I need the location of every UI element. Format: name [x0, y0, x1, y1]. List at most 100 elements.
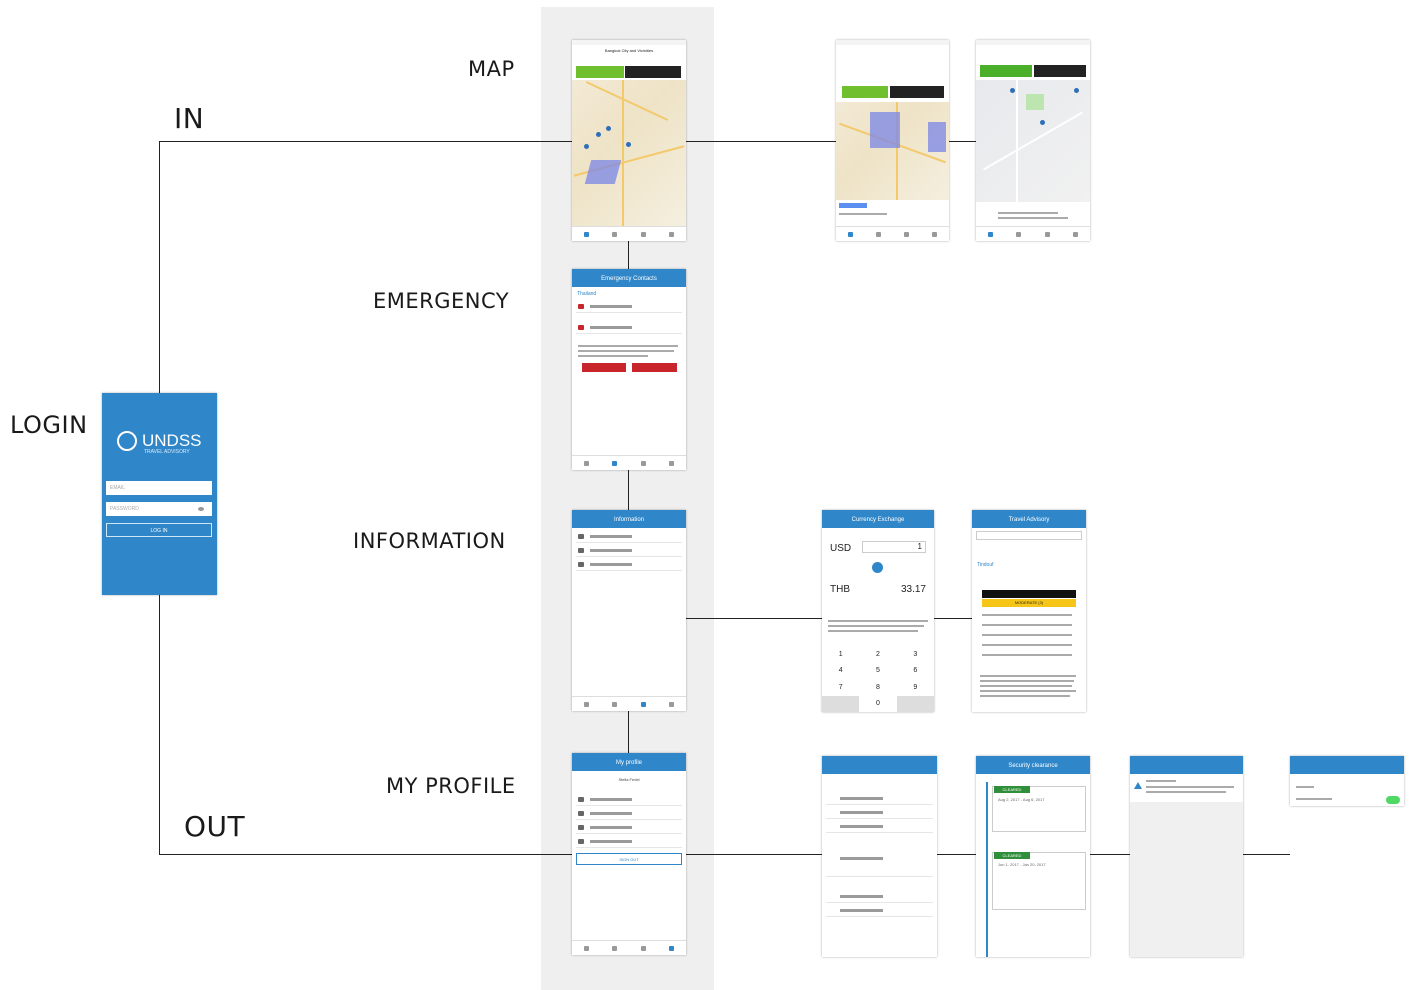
clearance-dates-1: Aug 2, 2017 - Aug 6, 2017: [998, 797, 1045, 802]
key-5[interactable]: 5: [859, 667, 896, 674]
call-button-1[interactable]: [582, 363, 626, 372]
travel-advisory-screen: Travel Advisory Tindouf MODERATE (3): [972, 510, 1086, 712]
profile-item-clearance[interactable]: [576, 809, 682, 820]
messages-header: [1130, 756, 1243, 774]
clearance-header: Security clearance: [976, 756, 1090, 774]
map-header-title: Bangkok City and Vicinities: [604, 48, 654, 53]
advisory-place: Tindouf: [977, 562, 994, 568]
detail-map-view-1[interactable]: [836, 102, 949, 200]
profile-to-details-line: [686, 854, 822, 855]
security-level-button[interactable]: [576, 66, 624, 78]
label-my-profile: MY PROFILE: [386, 774, 516, 798]
detail2-clearance-button[interactable]: [1034, 65, 1086, 77]
details-link-line-1: [937, 854, 976, 855]
map-emergency-connector: [628, 241, 629, 269]
label-out: OUT: [184, 810, 246, 843]
key-8[interactable]: 8: [859, 684, 896, 691]
out-line-vertical: [159, 595, 160, 854]
advisory-level-badge: MODERATE (3): [982, 599, 1076, 607]
security-messages-screen: [1130, 756, 1243, 957]
security-clearance-button[interactable]: [625, 66, 681, 78]
clearance-dates-2: Jun 1, 2017 - Jan 20, 2017: [998, 862, 1046, 867]
label-login: LOGIN: [10, 411, 88, 439]
personal-information-screen: [822, 756, 937, 957]
details-link-line-2: [1090, 854, 1130, 855]
key-1[interactable]: 1: [822, 651, 859, 658]
info-item-travel-advisories[interactable]: [576, 532, 682, 543]
show-password-eye-icon[interactable]: [198, 507, 204, 511]
emergency-screen: Emergency Contacts Thailand: [572, 269, 686, 470]
key-2[interactable]: 2: [859, 651, 896, 658]
detail-map-view-2[interactable]: [976, 80, 1090, 202]
detail-level-button[interactable]: [842, 86, 888, 98]
from-currency-value[interactable]: 1: [862, 541, 926, 553]
to-currency-value: 33.17: [900, 584, 926, 595]
key-9[interactable]: 9: [897, 684, 934, 691]
emergency-country: Thailand: [577, 291, 597, 297]
map-detail-screen-2: [976, 40, 1090, 241]
currency-to-advisory-line: [934, 618, 972, 619]
advisory-header: Travel Advisory: [972, 510, 1086, 528]
info-item-currency-exchange[interactable]: [576, 560, 682, 571]
map-detail-link-line: [949, 141, 976, 142]
key-0[interactable]: 0: [859, 700, 896, 707]
sign-out-button[interactable]: SIGN OUT: [576, 853, 682, 865]
profile-item-messages[interactable]: [576, 823, 682, 834]
advisory-search-field[interactable]: [976, 531, 1082, 540]
clearance-status-1: CLEARED: [994, 786, 1030, 793]
info-item-contact-directory[interactable]: [576, 546, 682, 557]
out-line-horizontal: [159, 854, 572, 855]
detail2-level-button[interactable]: [980, 65, 1032, 77]
security-clearance-screen: Security clearance CLEARED Aug 2, 2017 -…: [976, 756, 1090, 957]
swap-currency-icon[interactable]: [872, 562, 883, 573]
label-map: MAP: [468, 57, 515, 81]
security-zone: [584, 160, 622, 184]
label-information: INFORMATION: [353, 529, 506, 553]
key-6[interactable]: 6: [897, 667, 934, 674]
emergency-header: Emergency Contacts: [572, 269, 686, 287]
settings-screen: [1290, 756, 1404, 806]
key-3[interactable]: 3: [897, 651, 934, 658]
login-button[interactable]: LOG IN: [106, 523, 212, 537]
key-7[interactable]: 7: [822, 684, 859, 691]
location-toggle[interactable]: [1386, 796, 1400, 804]
profile-item-personal[interactable]: [576, 795, 682, 806]
email-field[interactable]: EMAIL: [106, 481, 212, 495]
map-screen: Bangkok City and Vicinities: [572, 40, 686, 241]
information-screen: Information: [572, 510, 686, 711]
login-subtitle: TRAVEL ADVISORY: [144, 449, 190, 455]
map-to-detail-line: [686, 141, 836, 142]
label-emergency: EMERGENCY: [373, 289, 510, 313]
warning-icon: [1134, 782, 1142, 789]
clearance-status-2: CLEARED: [994, 852, 1030, 859]
to-currency-code: THB: [830, 584, 850, 595]
numeric-keypad[interactable]: 1 2 3 4 5 6 7 8 9 0: [822, 646, 934, 712]
profile-header: My profile: [572, 753, 686, 771]
information-header: Information: [572, 510, 686, 528]
login-brand: UNDSS: [142, 431, 202, 450]
settings-header: [1290, 756, 1404, 774]
clearance-card-2[interactable]: [992, 852, 1086, 910]
personal-info-header: [822, 756, 937, 774]
key-4[interactable]: 4: [822, 667, 859, 674]
label-in: IN: [174, 102, 205, 135]
from-currency-code: USD: [830, 543, 852, 554]
in-line-vertical: [159, 141, 160, 393]
call-button-2[interactable]: [632, 363, 677, 372]
profile-name: Stella Fedel: [618, 777, 640, 782]
map-view[interactable]: [572, 80, 686, 226]
currency-exchange-screen: Currency Exchange USD 1 THB 33.17 1 2 3 …: [822, 510, 934, 712]
information-to-currency-line: [686, 618, 822, 619]
emergency-information-connector: [628, 470, 629, 510]
detail-clearance-button[interactable]: [890, 86, 944, 98]
profile-item-settings[interactable]: [576, 837, 682, 848]
currency-header: Currency Exchange: [822, 510, 934, 528]
details-link-line-3: [1243, 854, 1290, 855]
profile-screen: My profile Stella Fedel SIGN OUT: [572, 753, 686, 955]
map-detail-screen-1: [836, 40, 949, 241]
backspace-key-icon[interactable]: [896, 695, 934, 712]
un-logo-icon: [117, 431, 137, 451]
in-line-horizontal: [159, 141, 572, 142]
login-screen: UNDSS TRAVEL ADVISORY EMAIL PASSWORD LOG…: [102, 393, 217, 595]
password-field[interactable]: PASSWORD: [106, 502, 212, 516]
